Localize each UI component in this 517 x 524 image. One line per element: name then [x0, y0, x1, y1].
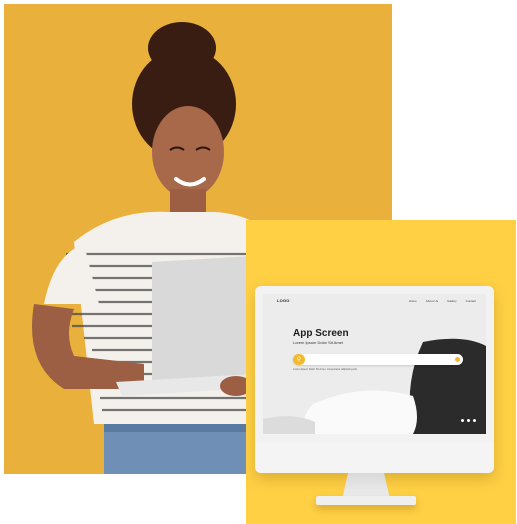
search-input[interactable]: [309, 356, 449, 363]
nav-item-contact[interactable]: Contact: [466, 299, 476, 303]
nav-item-about[interactable]: About Us: [426, 299, 438, 303]
search-button[interactable]: ⚲: [293, 354, 305, 365]
nav-menu: Home About Us Gallery Contact: [409, 299, 476, 303]
hero-subtitle: Lorem Ipsum Dolor Sit Amet: [293, 340, 344, 345]
carousel-dot[interactable]: [467, 419, 470, 422]
nav-item-home[interactable]: Home: [409, 299, 417, 303]
hero-title: App Screen: [293, 328, 349, 339]
desktop-monitor: LOGO Home About Us Gallery Contact App S…: [255, 286, 494, 473]
monitor-screen: LOGO Home About Us Gallery Contact App S…: [263, 294, 486, 434]
search-bar: ⚲: [293, 354, 463, 365]
nav-item-gallery[interactable]: Gallery: [447, 299, 457, 303]
monitor-stand-base: [316, 496, 416, 505]
product-panel: LOGO Home About Us Gallery Contact App S…: [246, 220, 516, 524]
search-submit-dot[interactable]: [455, 357, 460, 362]
carousel-dot[interactable]: [473, 419, 476, 422]
site-logo[interactable]: LOGO: [277, 298, 290, 303]
carousel-dots: [461, 419, 476, 422]
site-nav: LOGO Home About Us Gallery Contact: [263, 294, 486, 308]
search-icon: ⚲: [296, 357, 302, 363]
hero-caption: Lorem Ipsum Dolor Sit Amet, consectetur …: [293, 368, 357, 371]
carousel-dot[interactable]: [461, 419, 464, 422]
monitor-chin: [255, 442, 494, 473]
